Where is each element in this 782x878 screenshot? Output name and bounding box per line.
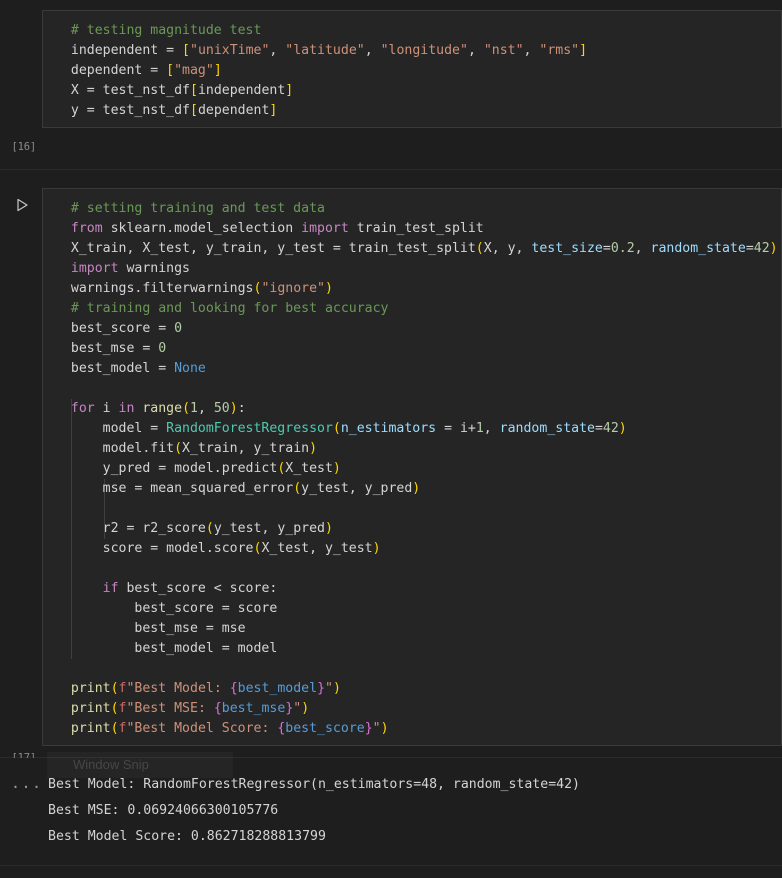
code-line: for i in range(1, 50): bbox=[55, 401, 246, 416]
code-line: best_score = score bbox=[55, 601, 278, 616]
code-block-17[interactable]: # setting training and test data from sk… bbox=[43, 199, 781, 739]
notebook-cell-16[interactable]: [16] # testing magnitude test independen… bbox=[0, 10, 782, 170]
code-line: best_mse = mse bbox=[55, 621, 246, 636]
output-text: Best Model: RandomForestRegressor(n_esti… bbox=[0, 758, 782, 868]
cell-spacer bbox=[0, 170, 782, 188]
cell-output-17: ... Best Model: RandomForestRegressor(n_… bbox=[0, 758, 782, 866]
code-line: mse = mean_squared_error(y_test, y_pred) bbox=[55, 481, 421, 496]
code-line: # setting training and test data bbox=[55, 201, 325, 216]
cell-gutter-17 bbox=[0, 188, 42, 757]
code-line: y_pred = model.predict(X_test) bbox=[55, 461, 341, 476]
code-line: warnings.filterwarnings("ignore") bbox=[55, 281, 333, 296]
code-line: model = RandomForestRegressor(n_estimato… bbox=[55, 421, 627, 436]
code-line: X = test_nst_df[independent] bbox=[55, 83, 294, 98]
code-line: best_model = None bbox=[55, 361, 206, 376]
code-line: best_score = 0 bbox=[55, 321, 183, 336]
execution-count-16: [16] bbox=[11, 141, 37, 153]
code-line: # training and looking for best accuracy bbox=[55, 301, 389, 316]
code-line: best_model = model bbox=[55, 641, 278, 656]
code-editor-17[interactable]: # setting training and test data from sk… bbox=[42, 188, 782, 746]
code-line: X_train, X_test, y_train, y_test = train… bbox=[55, 241, 778, 256]
code-line: print(f"Best Model Score: {best_score}") bbox=[55, 721, 389, 736]
output-line: Best Model Score: 0.862718288813799 bbox=[48, 829, 326, 844]
code-line: print(f"Best MSE: {best_mse}") bbox=[55, 701, 310, 716]
code-line: if best_score < score: bbox=[55, 581, 278, 596]
code-block-16[interactable]: # testing magnitude test independent = [… bbox=[43, 21, 781, 121]
code-editor-16[interactable]: # testing magnitude test independent = [… bbox=[42, 10, 782, 128]
code-line: # testing magnitude test bbox=[55, 23, 262, 38]
code-line: from sklearn.model_selection import trai… bbox=[55, 221, 484, 236]
notebook-root: [16] # testing magnitude test independen… bbox=[0, 10, 782, 878]
code-line: import warnings bbox=[55, 261, 190, 276]
code-line: model.fit(X_train, y_train) bbox=[55, 441, 318, 456]
code-line: independent = ["unixTime", "latitude", "… bbox=[55, 43, 588, 58]
output-prompt: ... bbox=[11, 774, 43, 792]
code-line: print(f"Best Model: {best_model}") bbox=[55, 681, 341, 696]
code-line: r2 = r2_score(y_test, y_pred) bbox=[55, 521, 333, 536]
play-triangle-icon[interactable] bbox=[13, 196, 31, 214]
code-line: y = test_nst_df[dependent] bbox=[55, 103, 278, 118]
code-line: dependent = ["mag"] bbox=[55, 63, 222, 78]
code-line: best_mse = 0 bbox=[55, 341, 167, 356]
notebook-cell-17[interactable]: # setting training and test data from sk… bbox=[0, 188, 782, 758]
cell-gutter-16: [16] bbox=[0, 10, 42, 169]
code-line: score = model.score(X_test, y_test) bbox=[55, 541, 381, 556]
output-line: Best MSE: 0.06924066300105776 bbox=[48, 803, 279, 818]
output-line: Best Model: RandomForestRegressor(n_esti… bbox=[48, 777, 580, 792]
